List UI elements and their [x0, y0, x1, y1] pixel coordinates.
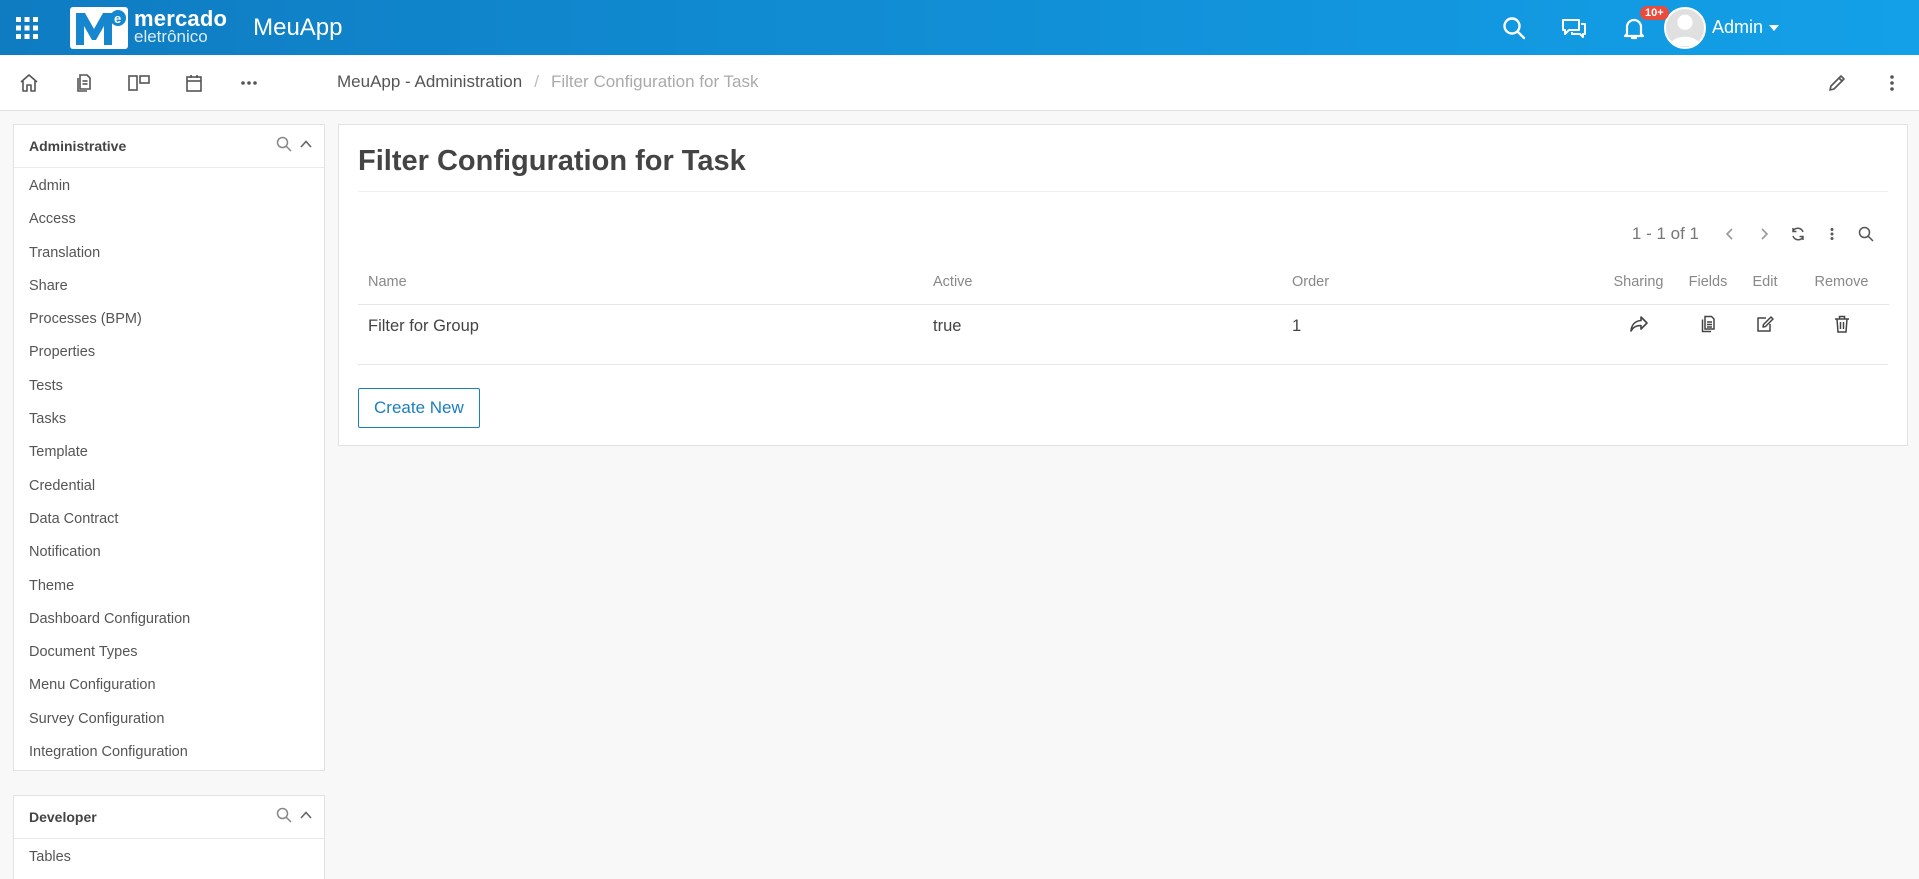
table-row[interactable]: Filter for Group true 1: [358, 304, 1889, 348]
sidebar-item-properties[interactable]: Properties: [14, 336, 324, 369]
logo-text-line1: mercado: [134, 5, 228, 31]
records-table: Name Active Order Sharing Fields Edit Re…: [358, 261, 1889, 348]
sidebar-section-header: Administrative: [14, 125, 324, 168]
main-content-panel: Filter Configuration for Task 1 - 1 of 1…: [338, 124, 1908, 446]
chevron-right-icon[interactable]: [1747, 219, 1781, 249]
cell-name: Filter for Group: [368, 316, 479, 335]
column-header-order[interactable]: Order: [1282, 261, 1597, 305]
sidebar-developer-panel: Developer Tables: [13, 795, 325, 879]
avatar: [1663, 6, 1706, 49]
sidebar-item-admin[interactable]: Admin: [14, 170, 324, 203]
cell-active: true: [933, 316, 962, 335]
more-vertical-icon[interactable]: [1815, 219, 1849, 249]
search-icon[interactable]: [276, 807, 292, 828]
breadcrumb-parent-link[interactable]: MeuApp - Administration: [337, 72, 522, 92]
sidebar-item-theme[interactable]: Theme: [14, 570, 324, 603]
chevron-up-icon[interactable]: [298, 136, 314, 157]
column-header-edit: Edit: [1736, 261, 1794, 305]
sidebar-item-menu-configuration[interactable]: Menu Configuration: [14, 669, 324, 702]
sidebar-item-document-types[interactable]: Document Types: [14, 636, 324, 669]
chat-icon[interactable]: [1544, 0, 1604, 55]
column-header-fields: Fields: [1680, 261, 1736, 305]
app-name: MeuApp: [253, 13, 343, 41]
pagination-count: 1 - 1 of 1: [1631, 224, 1699, 243]
sidebar-section-title: Developer: [29, 809, 97, 825]
breadcrumb-current: Filter Configuration for Task: [550, 72, 759, 91]
sidebar-section-header: Developer: [14, 796, 324, 839]
sidebar-item-dashboard-configuration[interactable]: Dashboard Configuration: [14, 603, 324, 636]
sidebar-section-title: Administrative: [29, 138, 127, 154]
column-header-name[interactable]: Name: [358, 261, 923, 305]
sidebar-item-template[interactable]: Template: [14, 436, 324, 469]
sidebar-administrative-panel: Administrative Admin Access Translation …: [13, 124, 325, 771]
notifications-bell-icon[interactable]: 10+: [1604, 0, 1669, 55]
sidebar-menu-list: Tables: [14, 839, 324, 874]
sidebar-item-share[interactable]: Share: [14, 270, 324, 303]
breadcrumb-separator: /: [534, 72, 539, 91]
documents-icon[interactable]: [56, 55, 111, 111]
create-new-button[interactable]: Create New: [358, 388, 480, 428]
user-menu[interactable]: Admin: [1663, 6, 1779, 49]
sidebar-item-processes-bpm[interactable]: Processes (BPM): [14, 303, 324, 336]
pagination-toolbar: 1 - 1 of 1: [1632, 219, 1883, 249]
sidebar-menu-list: Admin Access Translation Share Processes…: [14, 168, 324, 769]
user-name: Admin: [1711, 17, 1763, 37]
top-navbar: e mercado eletrônico MeuApp 10+ Admin: [0, 0, 1919, 55]
sidebar-item-translation[interactable]: Translation: [14, 237, 324, 270]
share-icon[interactable]: [1629, 315, 1649, 333]
sidebar-item-data-contract[interactable]: Data Contract: [14, 503, 324, 536]
table-header-row: Name Active Order Sharing Fields Edit Re…: [358, 261, 1889, 305]
page-title: Filter Configuration for Task: [358, 145, 746, 177]
sidebar-item-notification[interactable]: Notification: [14, 536, 324, 569]
cell-order: 1: [1292, 316, 1302, 335]
pencil-icon[interactable]: [1809, 55, 1864, 111]
more-vertical-icon[interactable]: [1864, 55, 1919, 111]
divider: [358, 191, 1888, 192]
column-header-sharing: Sharing: [1597, 261, 1680, 305]
search-icon[interactable]: [1849, 219, 1883, 249]
apps-grid-icon[interactable]: [0, 0, 54, 55]
page-toolbar: MeuApp - Administration / Filter Configu…: [0, 55, 1919, 111]
chevron-up-icon[interactable]: [298, 807, 314, 828]
column-header-remove: Remove: [1794, 261, 1889, 305]
chevron-left-icon[interactable]: [1713, 219, 1747, 249]
edit-icon[interactable]: [1755, 315, 1775, 333]
sidebar-item-survey-configuration[interactable]: Survey Configuration: [14, 703, 324, 736]
sidebar-item-credential[interactable]: Credential: [14, 470, 324, 503]
home-icon[interactable]: [1, 55, 56, 111]
calendar-icon[interactable]: [166, 55, 221, 111]
search-icon[interactable]: [276, 136, 292, 157]
breadcrumb: MeuApp - Administration / Filter Configu…: [337, 72, 759, 92]
notifications-badge: 10+: [1639, 6, 1669, 20]
logo-text-line2: eletrônico: [134, 26, 208, 46]
sidebar-item-tasks[interactable]: Tasks: [14, 403, 324, 436]
sidebar-item-integration-configuration[interactable]: Integration Configuration: [14, 736, 324, 769]
search-icon[interactable]: [1484, 0, 1544, 55]
trash-icon[interactable]: [1834, 315, 1850, 333]
divider: [358, 364, 1888, 365]
sidebar-item-tests[interactable]: Tests: [14, 370, 324, 403]
fields-icon[interactable]: [1699, 315, 1717, 333]
company-logo[interactable]: e mercado eletrônico: [70, 5, 228, 49]
column-header-active[interactable]: Active: [923, 261, 1282, 305]
more-horizontal-icon[interactable]: [221, 55, 276, 111]
sidebar-item-access[interactable]: Access: [14, 203, 324, 236]
logo-mark: e: [70, 6, 128, 49]
svg-text:e: e: [114, 11, 121, 26]
chevron-down-icon: [1769, 24, 1779, 31]
layout-icon[interactable]: [111, 55, 166, 111]
sidebar-item-tables[interactable]: Tables: [14, 841, 324, 874]
refresh-icon[interactable]: [1781, 219, 1815, 249]
